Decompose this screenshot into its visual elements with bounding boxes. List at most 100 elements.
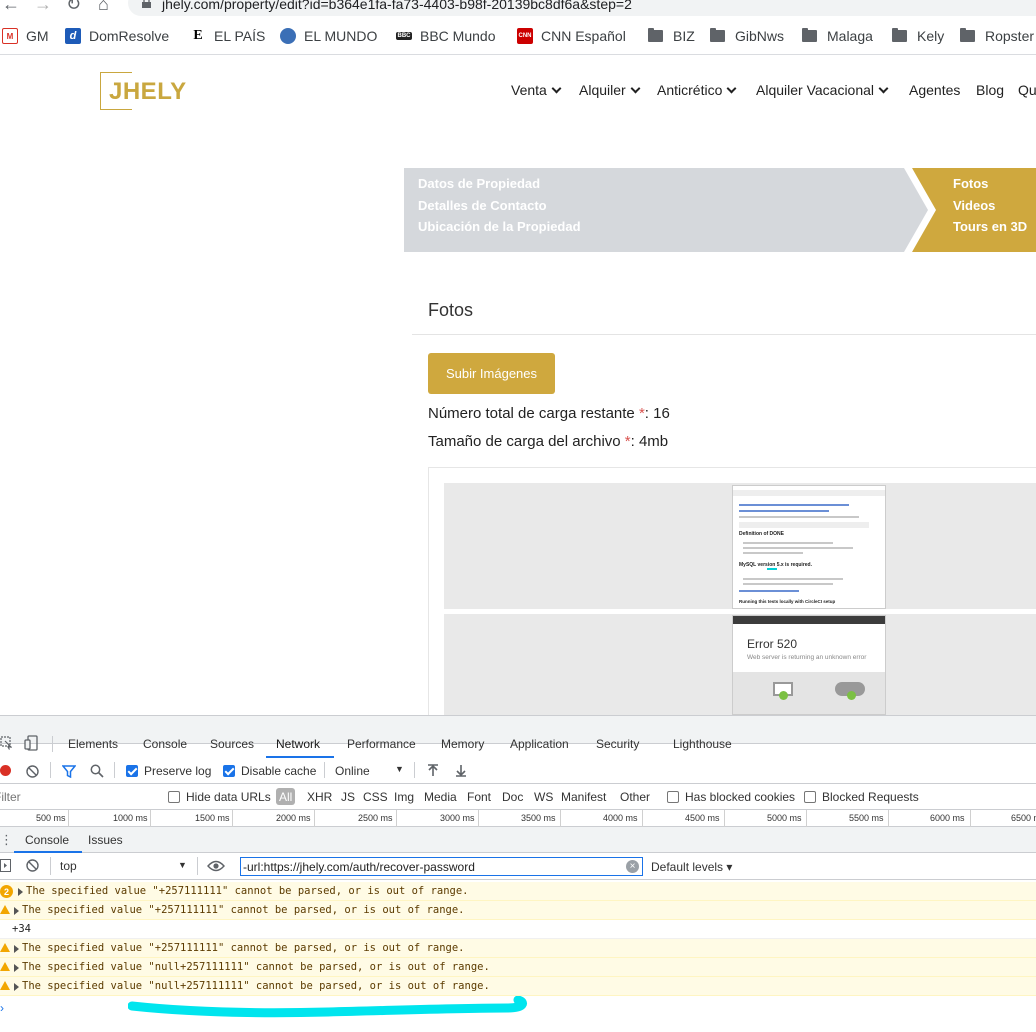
preserve-log-checkbox[interactable] bbox=[126, 765, 138, 777]
has-blocked-cookies-checkbox[interactable] bbox=[667, 791, 679, 803]
type-filter-media[interactable]: Media bbox=[424, 790, 457, 804]
type-filter-all[interactable]: All bbox=[276, 788, 295, 805]
menu-venta[interactable]: Venta bbox=[511, 82, 562, 98]
drawer-tab-console[interactable]: Console bbox=[25, 833, 69, 847]
step-ubicacion[interactable]: Ubicación de la Propiedad bbox=[418, 219, 581, 234]
filter-funnel-icon[interactable] bbox=[62, 765, 76, 778]
console-warning[interactable]: The specified value "+257111111" cannot … bbox=[0, 939, 1036, 958]
log-levels-select[interactable]: Default levels ▾ bbox=[651, 860, 732, 874]
highlight-annotation bbox=[128, 996, 528, 1018]
tab-elements[interactable]: Elements bbox=[68, 737, 118, 751]
tab-performance[interactable]: Performance bbox=[347, 737, 416, 751]
device-toggle-icon[interactable] bbox=[24, 735, 40, 751]
menu-blog[interactable]: Blog bbox=[976, 82, 1004, 98]
forward-arrow-icon[interactable]: → bbox=[34, 0, 52, 15]
type-filter-css[interactable]: CSS bbox=[363, 790, 388, 804]
import-har-icon[interactable] bbox=[427, 764, 439, 777]
bookmark-domresolve[interactable]: d DomResolve bbox=[65, 28, 169, 44]
warning-count-badge: 2 bbox=[0, 885, 13, 898]
tab-memory[interactable]: Memory bbox=[441, 737, 484, 751]
photo-thumbnail: Definition of DONE MySQL version 5.x is … bbox=[732, 485, 886, 609]
url-text[interactable]: jhely.com/property/edit?id=b364e1fa-fa73… bbox=[162, 0, 632, 12]
search-icon[interactable] bbox=[90, 764, 104, 778]
export-har-icon[interactable] bbox=[455, 764, 467, 777]
expand-arrow-icon[interactable] bbox=[14, 945, 19, 953]
expand-arrow-icon[interactable] bbox=[14, 907, 19, 915]
timeline-tick: 500 ms bbox=[36, 813, 66, 823]
reload-icon[interactable]: ↻ bbox=[66, 0, 81, 15]
step-fotos[interactable]: Fotos bbox=[953, 176, 988, 191]
browser-toolbar: ← → ↻ ⌂ jhely.com/property/edit?id=b364e… bbox=[0, 0, 1036, 16]
throttling-select[interactable]: Online ▼ bbox=[335, 764, 405, 780]
clear-filter-icon[interactable]: × bbox=[626, 860, 639, 873]
drawer-tab-issues[interactable]: Issues bbox=[88, 833, 123, 847]
hide-data-urls-label: Hide data URLs bbox=[186, 790, 271, 804]
console-log[interactable]: +34 bbox=[0, 920, 1036, 939]
type-filter-doc[interactable]: Doc bbox=[502, 790, 523, 804]
bookmark-gm[interactable]: M GM bbox=[2, 28, 49, 44]
step-videos[interactable]: Videos bbox=[953, 198, 995, 213]
clear-icon[interactable] bbox=[26, 765, 39, 778]
disable-cache-checkbox[interactable] bbox=[223, 765, 235, 777]
expand-arrow-icon[interactable] bbox=[14, 983, 19, 991]
bookmark-folder-kely[interactable]: Kely bbox=[892, 28, 944, 44]
type-filter-font[interactable]: Font bbox=[467, 790, 491, 804]
site-logo[interactable]: JHELY bbox=[100, 72, 186, 110]
expand-arrow-icon[interactable] bbox=[14, 964, 19, 972]
home-icon[interactable]: ⌂ bbox=[98, 0, 109, 15]
inspect-element-icon[interactable] bbox=[0, 736, 12, 750]
back-arrow-icon[interactable]: ← bbox=[2, 0, 20, 15]
menu-anticretico[interactable]: Anticrético bbox=[657, 82, 737, 98]
tab-security[interactable]: Security bbox=[596, 737, 639, 751]
expand-arrow-icon[interactable] bbox=[18, 888, 23, 896]
type-filter-other[interactable]: Other bbox=[620, 790, 650, 804]
console-warning[interactable]: The specified value "+257111111" cannot … bbox=[0, 901, 1036, 920]
type-filter-js[interactable]: JS bbox=[341, 790, 355, 804]
tab-console[interactable]: Console bbox=[143, 737, 187, 751]
type-filter-img[interactable]: Img bbox=[394, 790, 414, 804]
menu-alquiler-vacacional[interactable]: Alquiler Vacacional bbox=[756, 82, 889, 98]
photo-thumbnail: Error 520 Web server is returning an unk… bbox=[732, 615, 886, 715]
console-warning[interactable]: 2 The specified value "+257111111" canno… bbox=[0, 882, 1036, 901]
upload-images-button[interactable]: Subir Imágenes bbox=[428, 353, 555, 394]
type-filter-xhr[interactable]: XHR bbox=[307, 790, 332, 804]
tab-lighthouse[interactable]: Lighthouse bbox=[673, 737, 732, 751]
bookmark-folder-gibnws[interactable]: GibNws bbox=[710, 28, 784, 44]
tab-sources[interactable]: Sources bbox=[210, 737, 254, 751]
step-datos-propiedad[interactable]: Datos de Propiedad bbox=[418, 176, 540, 191]
step-detalles-contacto[interactable]: Detalles de Contacto bbox=[418, 198, 547, 213]
sidebar-toggle-icon[interactable] bbox=[0, 859, 11, 872]
tab-application[interactable]: Application bbox=[510, 737, 569, 751]
menu-more[interactable]: Qu bbox=[1018, 82, 1036, 98]
bookmark-elpais[interactable]: E EL PAÍS bbox=[190, 28, 265, 44]
tab-network[interactable]: Network bbox=[276, 737, 320, 751]
type-filter-ws[interactable]: WS bbox=[534, 790, 553, 804]
console-filter-field[interactable] bbox=[240, 857, 643, 876]
clear-console-icon[interactable] bbox=[26, 859, 39, 872]
bookmark-folder-malaga[interactable]: Malaga bbox=[802, 28, 873, 44]
menu-agentes[interactable]: Agentes bbox=[909, 82, 960, 98]
console-warning[interactable]: The specified value "null+257111111" can… bbox=[0, 958, 1036, 977]
console-warning[interactable]: The specified value "null+257111111" can… bbox=[0, 977, 1036, 996]
type-filter-manifest[interactable]: Manifest bbox=[561, 790, 606, 804]
bookmark-folder-biz[interactable]: BIZ bbox=[648, 28, 695, 44]
step-tours-3d[interactable]: Tours en 3D bbox=[953, 219, 1027, 234]
warning-icon bbox=[0, 962, 10, 971]
bookmark-cnn[interactable]: CNN CNN Español bbox=[517, 28, 626, 44]
bookmark-folder-ropster[interactable]: Ropster bbox=[960, 28, 1034, 44]
network-filter-input[interactable]: Filter bbox=[0, 788, 156, 806]
bookmark-bbc[interactable]: BBC BBC Mundo bbox=[396, 28, 495, 44]
blocked-requests-checkbox[interactable] bbox=[804, 791, 816, 803]
hide-data-urls-checkbox[interactable] bbox=[168, 791, 180, 803]
console-prompt-caret[interactable]: › bbox=[0, 1001, 4, 1015]
record-icon[interactable] bbox=[0, 765, 11, 776]
warning-icon bbox=[0, 943, 10, 952]
console-filter-input[interactable] bbox=[243, 859, 623, 874]
context-select[interactable]: top ▼ bbox=[58, 859, 190, 875]
live-expression-eye-icon[interactable] bbox=[207, 860, 225, 872]
menu-alquiler[interactable]: Alquiler bbox=[579, 82, 641, 98]
bookmark-elmundo[interactable]: EL MUNDO bbox=[280, 28, 377, 44]
timeline-tick: 6000 ms bbox=[930, 813, 965, 823]
drawer-menu-icon[interactable]: ⋮ bbox=[0, 832, 13, 848]
preserve-log-label: Preserve log bbox=[144, 764, 212, 778]
